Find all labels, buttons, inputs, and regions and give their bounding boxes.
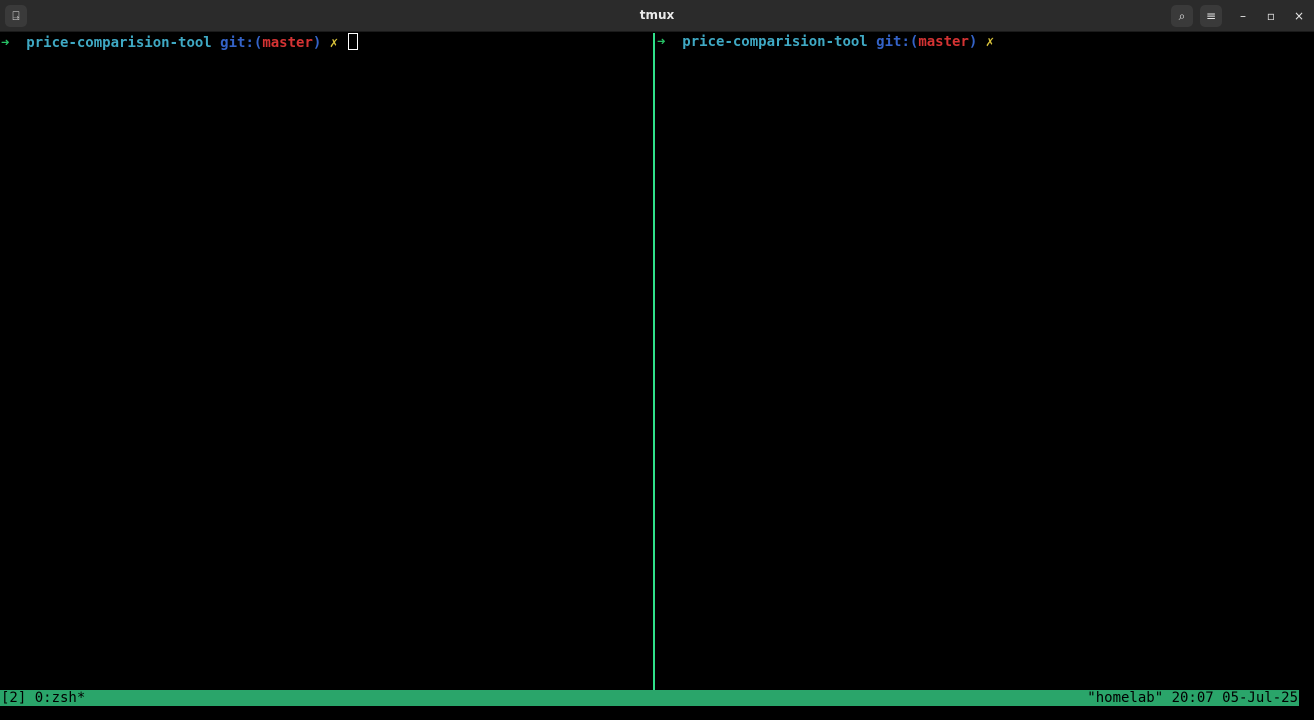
shell-prompt: ➜ price-comparision-tool git:(master) ✗ [657,33,994,51]
title-bar: tmux ⍈ ⌕ ≡ – ▫ × [0,0,1314,32]
terminal-tab-icon: ⍈ [12,8,20,23]
new-tab-button[interactable]: ⍈ [5,5,27,27]
maximize-icon: ▫ [1266,9,1276,23]
prompt-arrow-icon: ➜ [1,35,10,51]
menu-button[interactable]: ≡ [1200,5,1222,27]
close-button[interactable]: × [1289,6,1309,26]
minimize-button[interactable]: – [1233,6,1253,26]
tmux-status-bar: [2] 0:zsh* "homelab" 20:07 05-Jul-25 [0,690,1299,706]
hamburger-menu-icon: ≡ [1205,9,1217,23]
shell-prompt: ➜ price-comparision-tool git:(master) ✗ [1,33,358,51]
text-cursor [347,33,358,50]
prompt-git-branch: master [262,35,313,51]
prompt-directory: price-comparision-tool [682,34,868,50]
terminal-pane-right[interactable]: ➜ price-comparision-tool git:(master) ✗ [655,33,1314,690]
prompt-dirty-mark: ✗ [985,34,995,50]
prompt-git-label: git:( [220,35,263,51]
close-icon: × [1293,9,1305,23]
maximize-button[interactable]: ▫ [1261,6,1281,26]
prompt-git-branch: master [918,34,969,50]
prompt-git-close: ) [312,35,322,51]
status-window-list[interactable]: [2] 0:zsh* [1,690,85,706]
prompt-git-label: git:( [876,34,919,50]
bottom-padding [0,706,1314,720]
prompt-directory: price-comparision-tool [26,35,212,51]
terminal-pane-left[interactable]: ➜ price-comparision-tool git:(master) ✗ [0,33,653,690]
terminal-window: tmux ⍈ ⌕ ≡ – ▫ × ➜ price-comparision-too… [0,0,1314,720]
prompt-arrow-icon: ➜ [657,34,666,50]
search-button[interactable]: ⌕ [1171,5,1193,27]
search-icon: ⌕ [1178,8,1186,23]
minimize-icon: – [1240,9,1246,23]
status-session-clock: "homelab" 20:07 05-Jul-25 [1087,690,1298,706]
prompt-git-close: ) [968,34,978,50]
window-title: tmux [639,8,675,22]
prompt-dirty-mark: ✗ [329,35,339,51]
